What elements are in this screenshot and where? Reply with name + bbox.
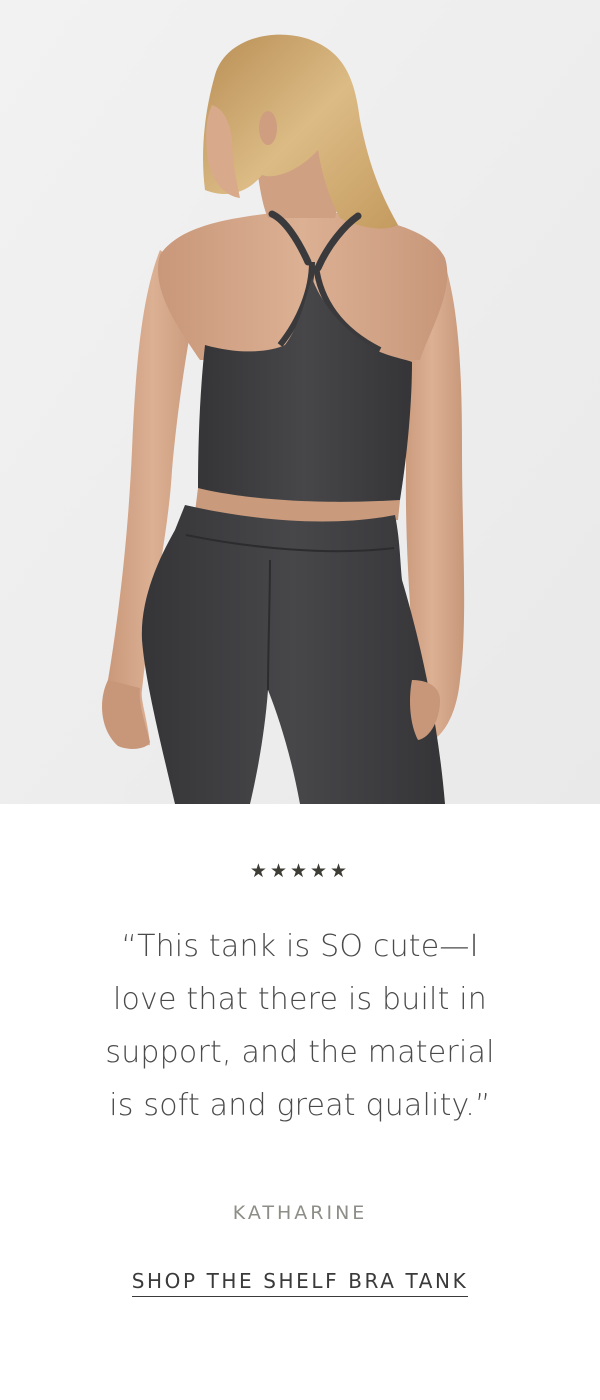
shop-shelf-bra-tank-link[interactable]: SHOP THE SHELF BRA TANK <box>131 1269 469 1297</box>
review-quote: “This tank is SO cute—I love that there … <box>105 929 495 1123</box>
cta-container: SHOP THE SHELF BRA TANK <box>0 1269 600 1297</box>
hero-image[interactable] <box>0 0 600 804</box>
five-star-rating-icon: ★★★★★ <box>249 860 351 882</box>
model-photo-icon <box>0 0 600 804</box>
review-section: ★★★★★ “This tank is SO cute—I love that … <box>0 804 600 1400</box>
reviewer-name: KATHARINE <box>232 1202 368 1224</box>
